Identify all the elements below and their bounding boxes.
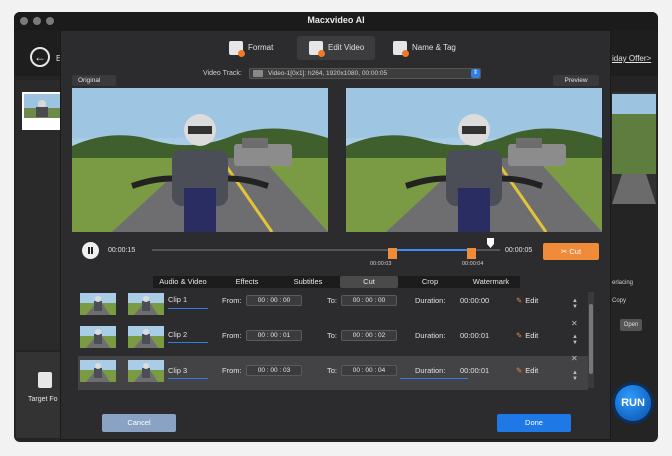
holiday-offer-link[interactable]: iday Offer> xyxy=(612,54,651,63)
trim-start-time: 00:00:03 xyxy=(370,261,392,267)
timeline-selection xyxy=(394,249,470,251)
select-arrows-icon[interactable]: ⇕ xyxy=(471,69,480,78)
current-time: 00:00:15 xyxy=(108,247,136,254)
clip-thumbnail-start xyxy=(80,360,116,382)
edit-label: Edit xyxy=(525,366,539,375)
from-time-field[interactable]: 00 : 00 : 03 xyxy=(246,365,302,376)
trim-start-handle[interactable] xyxy=(388,248,397,259)
clip-thumbnail-start xyxy=(80,293,116,315)
reorder-arrows-icon[interactable]: ▲ ▼ xyxy=(572,370,578,382)
video-track-label: Video Track: xyxy=(203,70,242,77)
from-label: From: xyxy=(222,331,242,340)
cancel-button[interactable]: Cancel xyxy=(102,414,176,432)
clip-name: Clip 2 xyxy=(168,330,188,339)
clip-underline xyxy=(168,378,208,379)
clip-thumbnail-start xyxy=(80,326,116,348)
clip-name: Clip 1 xyxy=(168,295,188,304)
done-button[interactable]: Done xyxy=(497,414,571,432)
scrollbar-thumb[interactable] xyxy=(589,304,593,374)
trim-end-handle[interactable] xyxy=(467,248,476,259)
video-track-icon xyxy=(253,70,263,77)
preview-thumbnail xyxy=(612,92,656,204)
to-label: To: xyxy=(327,296,338,305)
subtab-audio-video[interactable]: Audio & Video xyxy=(153,276,213,288)
pencil-icon: ✎ xyxy=(516,331,523,340)
reorder-arrows-icon[interactable]: ▲ ▼ xyxy=(572,298,578,310)
close-window-button[interactable] xyxy=(20,17,28,25)
to-label: To: xyxy=(327,366,338,375)
pencil-icon: ✎ xyxy=(516,366,523,375)
edit-label: Edit xyxy=(525,331,539,340)
reorder-arrows-icon[interactable]: ▲ ▼ xyxy=(572,334,578,346)
preview-label: Preview xyxy=(553,75,599,86)
minimize-window-button[interactable] xyxy=(33,17,41,25)
clip-thumbnail-end xyxy=(128,360,164,382)
remove-clip-icon[interactable]: ✕ xyxy=(571,354,578,363)
format-icon xyxy=(229,40,245,57)
edit-clip-button[interactable]: ✎ Edit xyxy=(516,331,538,340)
preview-video-frame xyxy=(346,88,602,232)
clip-underline xyxy=(168,308,208,309)
source-video-thumbnail[interactable] xyxy=(22,92,62,130)
edit-clip-button[interactable]: ✎ Edit xyxy=(516,296,538,305)
to-time-field[interactable]: 00 : 00 : 00 xyxy=(341,295,397,306)
original-video-frame xyxy=(72,88,328,232)
app-title: Macxvideo AI xyxy=(307,15,365,25)
open-button[interactable]: Open xyxy=(620,319,642,331)
tab-name-tag-label: Name & Tag xyxy=(412,43,456,52)
to-time-field[interactable]: 00 : 00 : 02 xyxy=(341,330,397,341)
trim-end-time: 00:00:04 xyxy=(462,261,484,267)
tab-edit-video[interactable]: Edit Video xyxy=(297,36,375,60)
clip-duration: 00:00:00 xyxy=(460,296,490,305)
remove-clip-icon[interactable]: ✕ xyxy=(571,319,578,328)
pause-button[interactable] xyxy=(82,242,99,259)
from-label: From: xyxy=(222,366,242,375)
edit-video-icon xyxy=(309,40,325,57)
subtab-watermark[interactable]: Watermark xyxy=(462,276,520,288)
to-label: To: xyxy=(327,331,338,340)
edit-label: Edit xyxy=(525,296,539,305)
duration-underline xyxy=(400,378,468,379)
copy-label: Copy xyxy=(612,298,627,304)
deinterlacing-label: erlacing xyxy=(612,280,634,286)
tab-name-tag[interactable]: Name & Tag xyxy=(393,36,473,60)
clip-thumbnail-end xyxy=(128,326,164,348)
subtab-cut[interactable]: Cut xyxy=(340,276,398,288)
target-format-icon xyxy=(38,372,52,388)
clip-name: Clip 3 xyxy=(168,366,188,375)
duration-time: 00:00:05 xyxy=(505,247,533,254)
to-time-field[interactable]: 00 : 00 : 04 xyxy=(341,365,397,376)
clip-underline xyxy=(168,342,208,343)
subtab-crop[interactable]: Crop xyxy=(405,276,455,288)
from-time-field[interactable]: 00 : 00 : 00 xyxy=(246,295,302,306)
clip-duration: 00:00:01 xyxy=(460,331,490,340)
original-label: Original xyxy=(72,75,116,86)
tab-format[interactable]: Format xyxy=(229,36,289,60)
duration-label: Duration: xyxy=(415,366,446,375)
from-time-field[interactable]: 00 : 00 : 01 xyxy=(246,330,302,341)
subtab-effects[interactable]: Effects xyxy=(222,276,272,288)
zoom-window-button[interactable] xyxy=(46,17,54,25)
target-format-panel[interactable] xyxy=(16,352,64,438)
cut-button[interactable]: ✂ Cut xyxy=(543,243,599,260)
edit-clip-button[interactable]: ✎ Edit xyxy=(516,366,538,375)
video-track-select[interactable]: Video-1[0x1]: h264, 1920x1080, 00:00:05 xyxy=(249,68,481,79)
back-button[interactable]: ← xyxy=(30,47,50,67)
cut-button-label: Cut xyxy=(569,247,582,256)
duration-label: Duration: xyxy=(415,296,446,305)
duration-label: Duration: xyxy=(415,331,446,340)
target-format-label: Target Fo xyxy=(28,396,58,403)
run-button[interactable]: RUN xyxy=(612,382,654,424)
clip-duration: 00:00:01 xyxy=(460,366,490,375)
subtab-subtitles[interactable]: Subtitles xyxy=(283,276,333,288)
tab-format-label: Format xyxy=(248,43,274,52)
tab-edit-video-label: Edit Video xyxy=(328,43,365,52)
from-label: From: xyxy=(222,296,242,305)
name-tag-icon xyxy=(393,40,409,57)
scissors-icon: ✂ xyxy=(560,247,568,256)
pencil-icon: ✎ xyxy=(516,296,523,305)
clip-thumbnail-end xyxy=(128,293,164,315)
